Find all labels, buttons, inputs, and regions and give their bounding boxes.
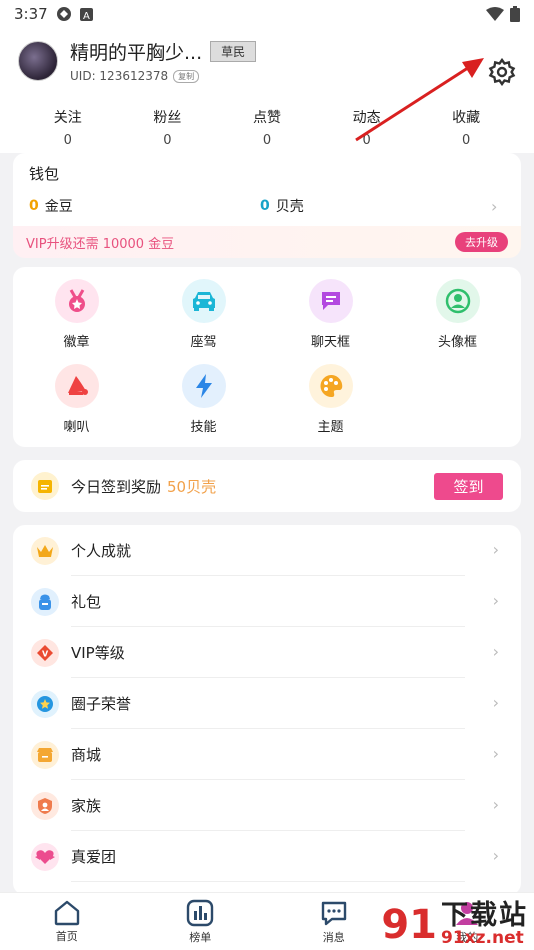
chevron-right-icon: › bbox=[491, 196, 498, 216]
chevron-right-icon: › bbox=[492, 693, 499, 712]
user-name: 精明的平胸少... bbox=[70, 42, 203, 64]
stats-row: 关注 0 粉丝 0 点赞 0 动态 0 收藏 0 bbox=[18, 107, 516, 148]
notification-a-icon: A bbox=[79, 7, 93, 21]
signin-reward: 50贝壳 bbox=[167, 477, 217, 496]
shell-value: 0 bbox=[260, 198, 270, 214]
chevron-right-icon: › bbox=[492, 795, 499, 814]
menu-item-circle-honor[interactable]: 圈子荣誉 › bbox=[13, 678, 521, 729]
battery-icon bbox=[510, 6, 520, 22]
wallet-title: 钱包 bbox=[29, 165, 60, 183]
gold-balance[interactable]: 0 金豆 bbox=[29, 196, 260, 216]
stat-fans[interactable]: 粉丝 0 bbox=[118, 107, 218, 148]
chevron-right-icon: › bbox=[492, 744, 499, 763]
palette-icon bbox=[308, 364, 353, 408]
status-bar: 3:37 A bbox=[0, 0, 534, 28]
menu-item-gift[interactable]: 礼包 › bbox=[13, 576, 521, 627]
tab-home[interactable]: 首页 bbox=[0, 893, 134, 950]
message-icon bbox=[321, 901, 346, 925]
tab-ranking[interactable]: 榜单 bbox=[134, 893, 268, 950]
gift-bag-icon bbox=[31, 587, 59, 616]
menu-item-love-group[interactable]: 真爱团 › bbox=[13, 831, 521, 882]
ranking-icon bbox=[187, 899, 214, 926]
feature-theme[interactable]: 主题 bbox=[267, 364, 394, 435]
upgrade-button[interactable]: 去升级 bbox=[455, 232, 508, 252]
feature-grid-card: 徽章 座驾 聊天框 头像框 喇叭 技能 主题 bbox=[13, 267, 521, 447]
horn-icon bbox=[54, 364, 99, 408]
gold-value: 0 bbox=[29, 198, 39, 214]
chevron-right-icon: › bbox=[492, 642, 499, 661]
shop-icon bbox=[31, 740, 59, 769]
stat-favorites[interactable]: 收藏 0 bbox=[416, 107, 516, 148]
menu-item-achievements[interactable]: 个人成就 › bbox=[13, 525, 521, 576]
app-status-icon bbox=[56, 7, 71, 21]
gold-label: 金豆 bbox=[44, 199, 73, 215]
watermark-url: 91xz.net bbox=[441, 928, 524, 949]
feature-car[interactable]: 座驾 bbox=[140, 279, 267, 350]
svg-text:V: V bbox=[42, 649, 49, 658]
feature-medal[interactable]: 徽章 bbox=[13, 279, 140, 350]
menu-item-shop[interactable]: 商城 › bbox=[13, 729, 521, 780]
feature-horn[interactable]: 喇叭 bbox=[13, 364, 140, 435]
svg-text:A: A bbox=[83, 11, 90, 21]
vip-upgrade-text: VIP升级还需 10000 金豆 bbox=[26, 236, 175, 252]
family-icon bbox=[31, 791, 59, 820]
wallet-card[interactable]: 钱包 0 金豆 0 贝壳 › VIP升级还需 10000 金豆 去升级 bbox=[13, 153, 521, 258]
lightning-icon bbox=[181, 364, 226, 408]
feature-chat-frame[interactable]: 聊天框 bbox=[267, 279, 394, 350]
vip-upgrade-bar: VIP升级还需 10000 金豆 去升级 bbox=[13, 226, 521, 258]
shell-balance[interactable]: 0 贝壳 bbox=[260, 196, 491, 216]
avatar-frame-icon bbox=[435, 279, 480, 323]
vip-icon: V bbox=[31, 638, 59, 667]
chevron-right-icon: › bbox=[492, 591, 499, 610]
daily-signin-card: 今日签到奖励 50贝壳 签到 bbox=[13, 460, 521, 512]
feature-avatar-frame[interactable]: 头像框 bbox=[394, 279, 521, 350]
menu-list: 个人成就 › 礼包 › V VIP等级 › 圈子荣誉 › 商城 › 家族 › 真… bbox=[13, 525, 521, 895]
rank-badge: 草民 bbox=[210, 41, 257, 62]
chat-frame-icon bbox=[308, 279, 353, 323]
love-group-icon bbox=[31, 842, 59, 871]
shell-label: 贝壳 bbox=[275, 199, 304, 215]
stat-follow[interactable]: 关注 0 bbox=[18, 107, 118, 148]
settings-gear-icon[interactable] bbox=[488, 58, 516, 86]
wifi-icon bbox=[486, 7, 504, 21]
car-icon bbox=[181, 279, 226, 323]
medal-icon bbox=[54, 279, 99, 323]
chevron-right-icon: › bbox=[492, 540, 499, 559]
stat-likes[interactable]: 点赞 0 bbox=[217, 107, 317, 148]
feature-skill[interactable]: 技能 bbox=[140, 364, 267, 435]
status-time: 3:37 bbox=[14, 5, 48, 23]
crown-icon bbox=[31, 536, 59, 565]
copy-uid-button[interactable]: 复制 bbox=[173, 69, 200, 83]
profile-row[interactable]: 精明的平胸少... 草民 UID: 123612378 复制 bbox=[18, 38, 516, 83]
site-watermark: 91 下载站 91xz.net bbox=[381, 899, 528, 949]
menu-item-vip-level[interactable]: V VIP等级 › bbox=[13, 627, 521, 678]
chevron-right-icon: › bbox=[492, 846, 499, 865]
honor-icon bbox=[31, 689, 59, 718]
signin-text: 今日签到奖励 bbox=[71, 477, 162, 496]
profile-header: 精明的平胸少... 草民 UID: 123612378 复制 关注 0 粉丝 0 点… bbox=[0, 28, 534, 153]
menu-item-family[interactable]: 家族 › bbox=[13, 780, 521, 831]
stat-posts[interactable]: 动态 0 bbox=[317, 107, 417, 148]
signin-button[interactable]: 签到 bbox=[434, 472, 503, 500]
home-icon bbox=[54, 900, 79, 925]
calendar-icon bbox=[31, 472, 59, 500]
user-uid: UID: 123612378 bbox=[70, 69, 169, 83]
watermark-name: 下载站 bbox=[441, 899, 528, 931]
avatar[interactable] bbox=[18, 40, 58, 81]
watermark-logo: 91 bbox=[381, 901, 437, 948]
